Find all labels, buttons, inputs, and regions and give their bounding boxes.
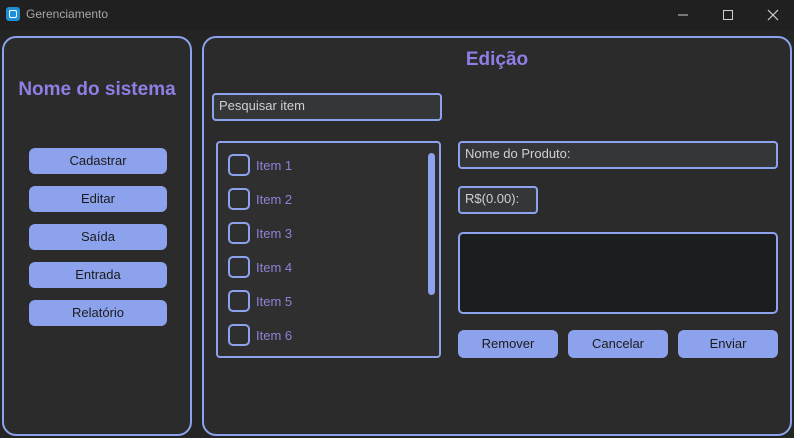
cancel-button[interactable]: Cancelar xyxy=(568,330,668,358)
maximize-button[interactable] xyxy=(705,0,751,30)
item-checkbox[interactable] xyxy=(228,222,250,244)
minimize-button[interactable] xyxy=(660,0,706,30)
list-item[interactable]: Item 2 xyxy=(228,187,292,211)
relatorio-button[interactable]: Relatório xyxy=(29,300,167,326)
item-label: Item 2 xyxy=(256,191,293,207)
list-item[interactable]: Item 6 xyxy=(228,323,292,347)
item-label: Item 1 xyxy=(256,157,293,173)
saida-button[interactable]: Saída xyxy=(29,224,167,250)
page-title: Edição xyxy=(465,49,529,70)
title-bar: Gerenciamento xyxy=(0,0,794,30)
system-name: Nome do sistema xyxy=(18,79,176,100)
list-item[interactable]: Item 1 xyxy=(228,153,292,177)
search-input[interactable]: Pesquisar item xyxy=(212,93,442,121)
send-button[interactable]: Enviar xyxy=(678,330,778,358)
editar-button[interactable]: Editar xyxy=(29,186,167,212)
item-checkbox[interactable] xyxy=(228,290,250,312)
close-icon xyxy=(767,9,779,21)
item-checkbox[interactable] xyxy=(228,154,250,176)
list-scrollbar[interactable] xyxy=(428,153,435,295)
description-textarea[interactable] xyxy=(458,232,778,314)
minimize-icon xyxy=(678,14,688,16)
item-checkbox[interactable] xyxy=(228,256,250,278)
item-checkbox[interactable] xyxy=(228,188,250,210)
entrada-button[interactable]: Entrada xyxy=(29,262,167,288)
remove-button[interactable]: Remover xyxy=(458,330,558,358)
list-item[interactable]: Item 5 xyxy=(228,289,292,313)
item-label: Item 6 xyxy=(256,327,293,343)
app-icon xyxy=(6,7,20,21)
product-name-input[interactable]: Nome do Produto: xyxy=(458,141,778,169)
price-input[interactable]: R$(0.00): xyxy=(458,186,538,214)
window-title: Gerenciamento xyxy=(26,7,109,21)
item-checkbox[interactable] xyxy=(228,324,250,346)
list-item[interactable]: Item 4 xyxy=(228,255,292,279)
edit-panel: Edição Pesquisar item Item 1 Item 2 Item… xyxy=(202,36,792,436)
list-item[interactable]: Item 3 xyxy=(228,221,292,245)
item-list[interactable]: Item 1 Item 2 Item 3 Item 4 Item 5 Item … xyxy=(216,141,441,358)
item-label: Item 5 xyxy=(256,293,293,309)
item-label: Item 4 xyxy=(256,259,293,275)
item-label: Item 3 xyxy=(256,225,293,241)
close-button[interactable] xyxy=(750,0,794,30)
sidebar: Nome do sistema Cadastrar Editar Saída E… xyxy=(2,36,192,436)
cadastrar-button[interactable]: Cadastrar xyxy=(29,148,167,174)
maximize-icon xyxy=(723,10,733,20)
